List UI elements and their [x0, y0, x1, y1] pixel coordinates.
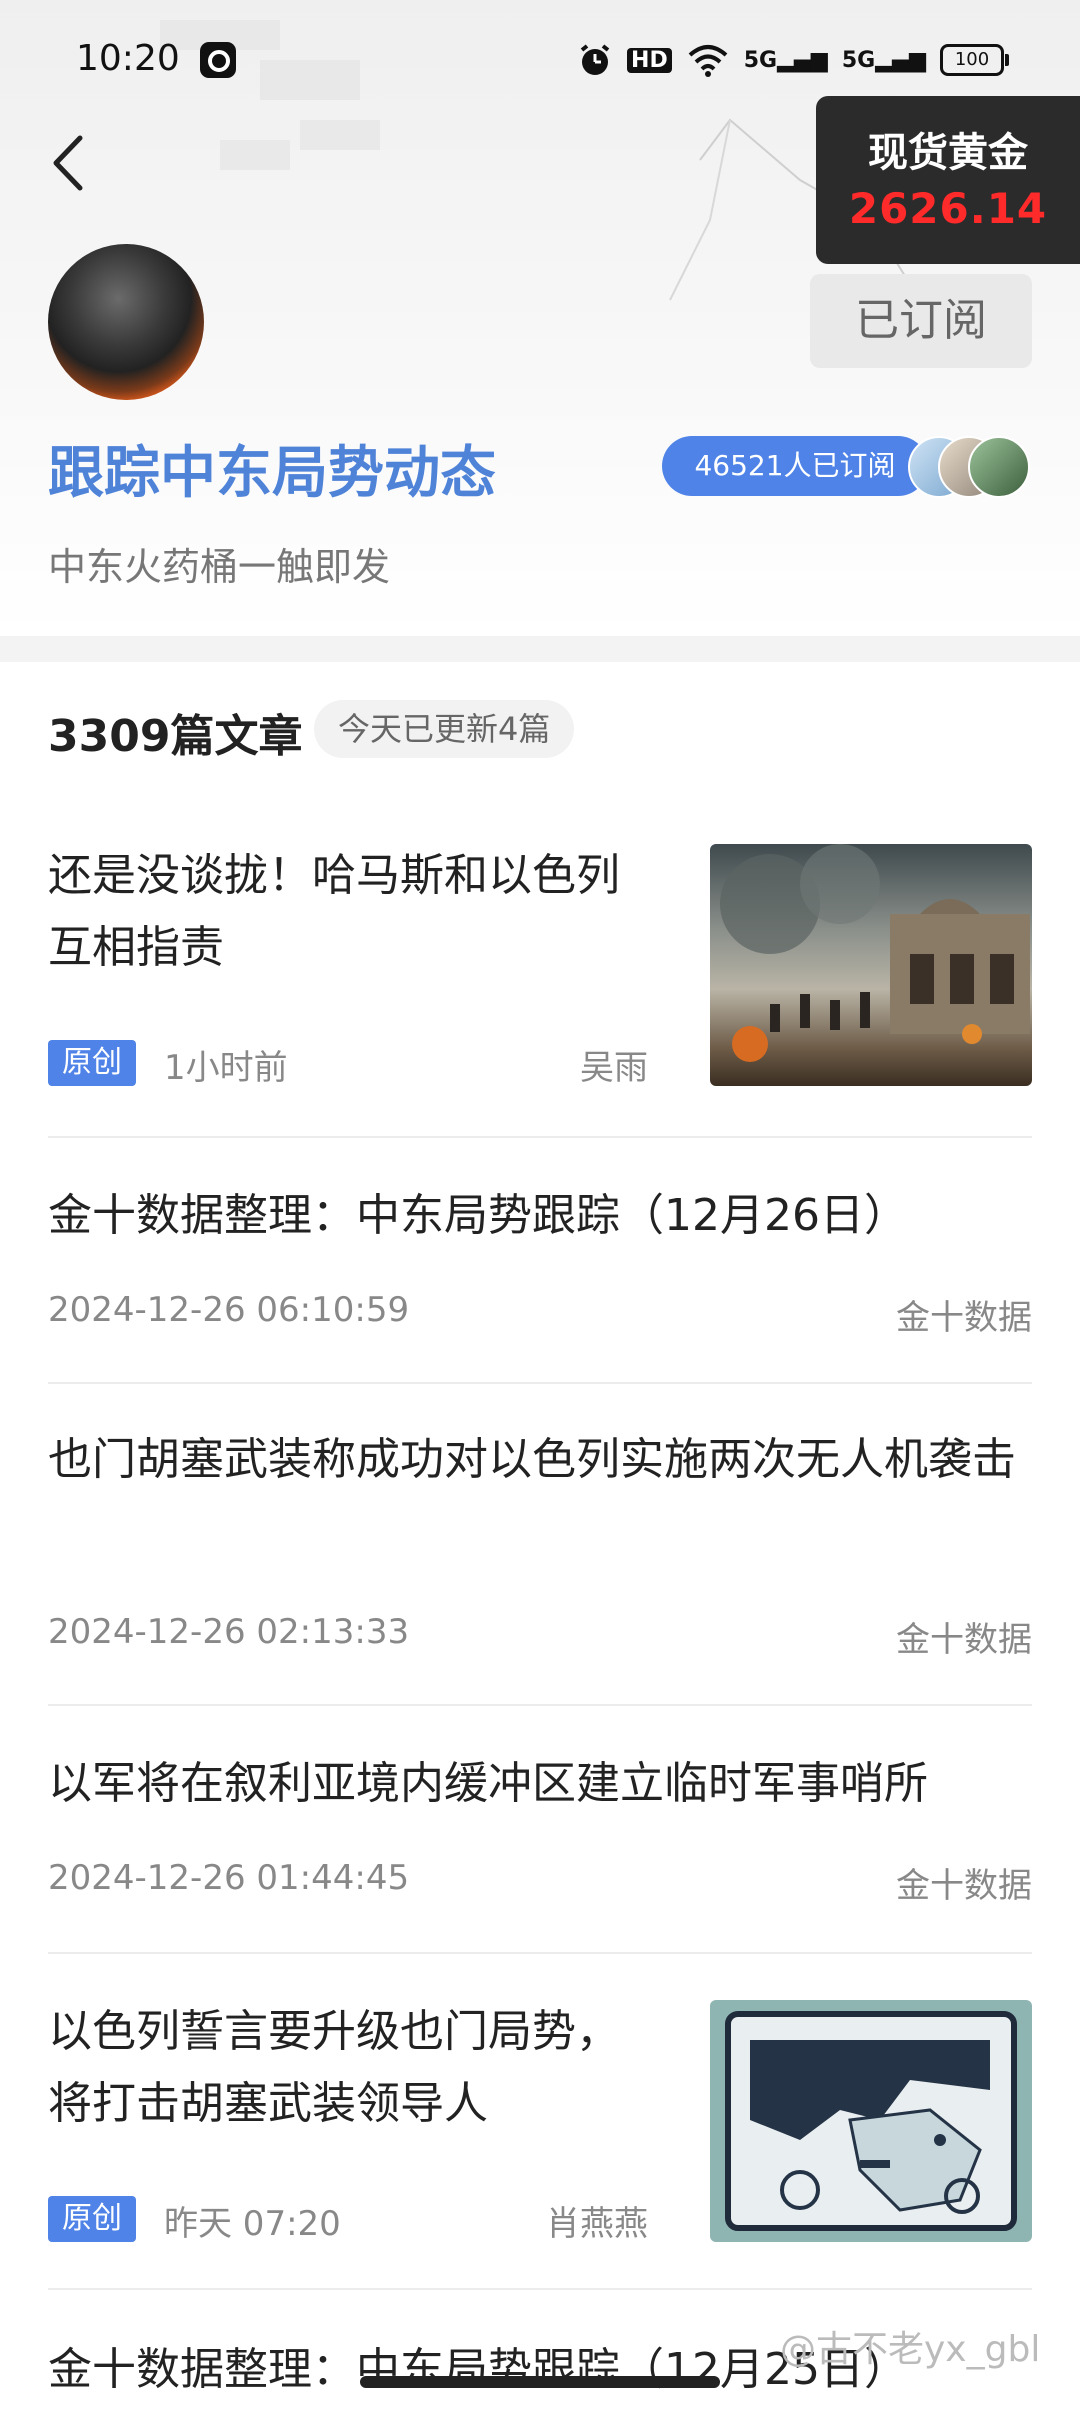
battery-icon: 100: [940, 44, 1009, 76]
separator: [48, 1704, 1032, 1706]
article-time: 2024-12-26 01:44:45: [48, 1858, 410, 1898]
separator: [48, 1136, 1032, 1138]
subscribed-button[interactable]: 已订阅: [810, 274, 1032, 368]
article-item[interactable]: 以军将在叙利亚境内缓冲区建立临时军事哨所 2024-12-26 01:44:45…: [48, 1748, 1032, 1908]
back-arrow-icon[interactable]: [44, 128, 104, 198]
article-time: 2024-12-26 06:10:59: [48, 1290, 410, 1330]
article-title: 以色列誓言要升级也门局势，将打击胡塞武装领导人: [48, 2006, 620, 2129]
topic-description: 中东火药桶一触即发: [48, 545, 391, 589]
original-tag: 原创: [48, 2196, 136, 2242]
article-author: 吴雨: [580, 1048, 648, 1088]
section-divider: [0, 636, 1080, 662]
article-item[interactable]: 也门胡塞武装称成功对以色列实施两次无人机袭击 2024-12-26 02:13:…: [48, 1424, 1032, 1664]
network-label: 5G: [743, 47, 778, 73]
5g-signal-icon: 5G▂▄▆: [743, 47, 828, 73]
status-icons: HD 5G▂▄▆ 5G▂▄▆ 100: [577, 40, 1009, 80]
article-title: 也门胡塞武装称成功对以色列实施两次无人机袭击: [48, 1434, 1016, 1485]
article-thumbnail: [710, 844, 1032, 1086]
article-title: 金十数据整理：中东局势跟踪（12月26日）: [48, 1190, 908, 1241]
app-notification-icon: [200, 42, 236, 78]
today-update-badge: 今天已更新4篇: [314, 700, 575, 758]
separator: [48, 1382, 1032, 1384]
article-author: 肖燕燕: [546, 2204, 648, 2244]
hd-icon: HD: [627, 47, 672, 73]
article-source: 金十数据: [896, 1298, 1032, 1338]
alarm-icon: [580, 44, 610, 75]
home-indicator[interactable]: [360, 2376, 720, 2388]
avatar: [968, 436, 1030, 498]
battle-scene-image: [720, 844, 1030, 1062]
map-illustration-image: [725, 2011, 1017, 2231]
status-time: 10:20: [76, 38, 180, 79]
article-item[interactable]: 金十数据整理：中东局势跟踪（12月26日） 2024-12-26 06:10:5…: [48, 1180, 1032, 1340]
article-title: 以军将在叙利亚境内缓冲区建立临时军事哨所: [48, 1758, 928, 1809]
topic-avatar: [48, 244, 204, 400]
article-item[interactable]: 以色列誓言要升级也门局势，将打击胡塞武装领导人 原创 昨天 07:20 肖燕燕: [48, 1996, 1032, 2256]
article-thumbnail: [710, 2000, 1032, 2242]
subscriber-count-badge[interactable]: 46521人已订阅: [662, 436, 928, 496]
wifi-icon: [688, 45, 728, 77]
article-count: 3309篇文章: [48, 711, 303, 762]
gold-name: 现货黄金: [868, 130, 1028, 176]
article-item[interactable]: 还是没谈拢！哈马斯和以色列互相指责 原创 1小时前 吴雨: [48, 840, 1032, 1120]
original-tag: 原创: [48, 1040, 136, 1086]
5g-signal-icon: 5G▂▄▆: [841, 47, 926, 73]
article-time: 昨天 07:20: [164, 2204, 341, 2244]
topic-title: 跟踪中东局势动态: [48, 440, 496, 506]
article-time: 2024-12-26 02:13:33: [48, 1612, 410, 1652]
article-title: 还是没谈拢！哈马斯和以色列互相指责: [48, 850, 620, 973]
subscriber-avatars: [908, 436, 1032, 498]
separator: [48, 2288, 1032, 2290]
article-source: 金十数据: [896, 1866, 1032, 1906]
article-time: 1小时前: [164, 1048, 288, 1088]
gold-price-widget[interactable]: 现货黄金 2626.14: [816, 96, 1080, 264]
article-source: 金十数据: [896, 1620, 1032, 1660]
watermark: @古不老yx_gbl: [780, 2329, 1041, 2370]
gold-price: 2626.14: [848, 184, 1048, 233]
separator: [48, 1952, 1032, 1954]
network-label: 5G: [841, 47, 876, 73]
